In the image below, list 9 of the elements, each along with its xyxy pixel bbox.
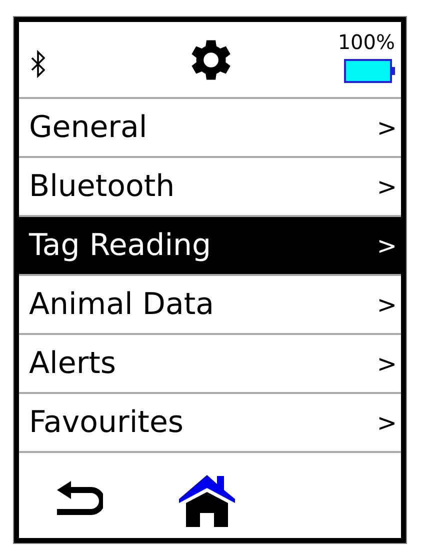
menu-item[interactable]: Favourites > [19,394,401,453]
menu-item[interactable]: Tag Reading > [19,217,401,276]
battery-percentage: 100% [338,30,395,52]
bluetooth-icon [31,48,45,78]
menu-item[interactable]: Alerts > [19,335,401,394]
home-icon[interactable] [179,474,235,526]
menu-item[interactable]: General > [19,99,401,158]
battery-icon [344,58,395,82]
menu-item[interactable]: Animal Data > [19,276,401,335]
